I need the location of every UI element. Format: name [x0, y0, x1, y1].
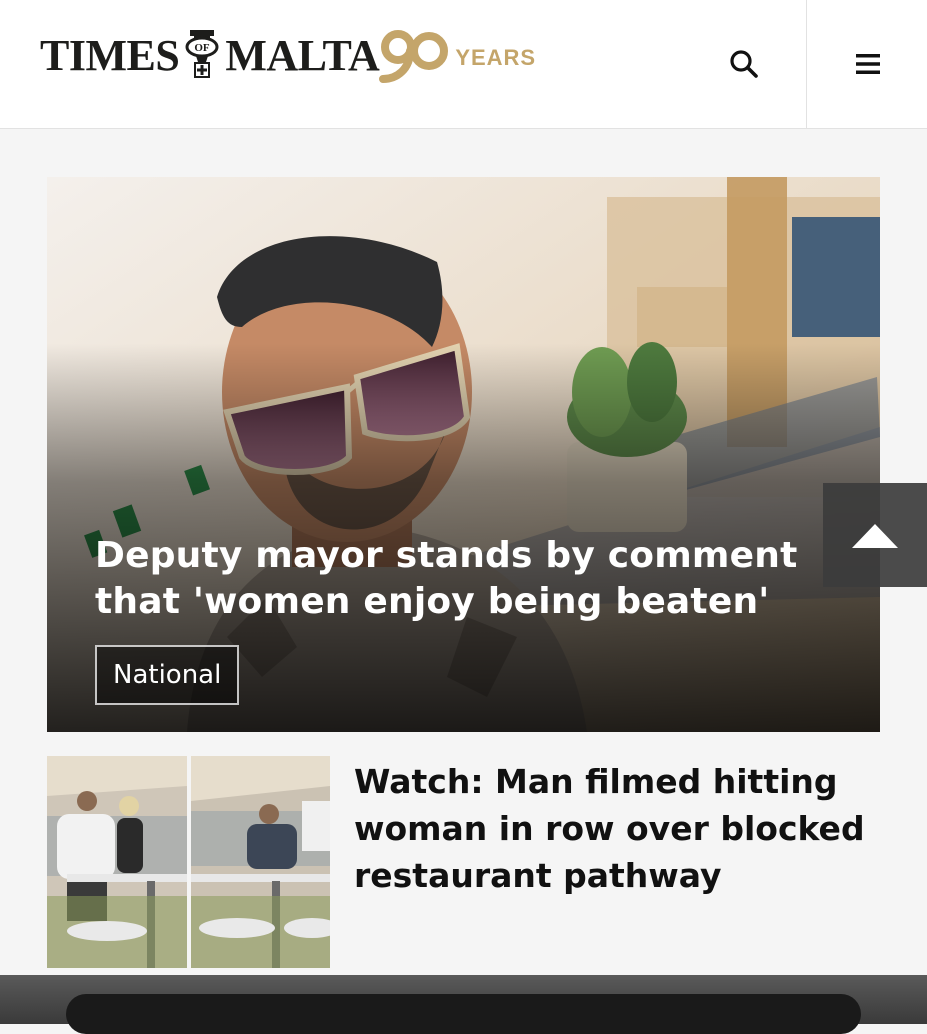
search-button[interactable]	[682, 0, 806, 128]
category-tag[interactable]: National	[95, 645, 240, 705]
search-icon	[730, 50, 758, 78]
site-header: TIMES OF MALTA 90 YEARS	[0, 0, 927, 129]
article-list-item[interactable]: Watch: Man filmed hitting woman in row o…	[47, 756, 880, 968]
site-logo[interactable]: TIMES OF MALTA 90 YEARS	[40, 24, 536, 88]
menu-button[interactable]	[806, 0, 927, 128]
article-thumbnail	[47, 756, 330, 968]
hamburger-menu-icon	[855, 54, 880, 74]
anniversary-number: 90	[377, 25, 379, 26]
article-headline[interactable]: Watch: Man filmed hitting woman in row o…	[354, 758, 874, 899]
crest-text: OF	[195, 42, 211, 54]
logo-word-times: TIMES	[40, 31, 180, 80]
arrow-up-icon	[852, 524, 898, 548]
crest-icon: OF	[185, 26, 219, 87]
bottom-banner[interactable]	[66, 994, 861, 1034]
hero-article-card[interactable]: Deputy mayor stands by comment that 'wom…	[47, 177, 880, 732]
hero-headline[interactable]: Deputy mayor stands by comment that 'wom…	[95, 533, 815, 625]
anniversary-years-label: YEARS	[455, 45, 537, 70]
anniversary-90-mark: 90	[377, 25, 449, 88]
scroll-to-top-button[interactable]	[823, 483, 927, 587]
logo-word-malta: MALTA	[225, 31, 380, 80]
